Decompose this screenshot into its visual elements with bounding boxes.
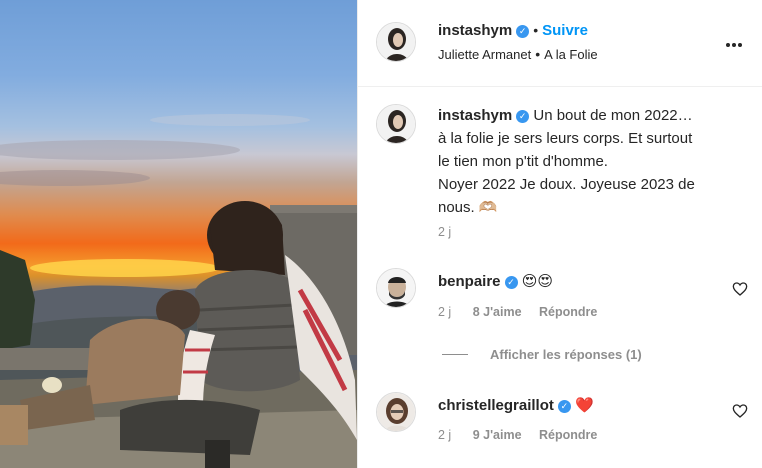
more-options-icon[interactable] bbox=[724, 34, 742, 52]
author-avatar-image bbox=[377, 23, 415, 61]
audio-line: Juliette Armanet • A la Folie bbox=[438, 46, 598, 62]
heart-icon[interactable] bbox=[732, 403, 748, 419]
comment-avatar-image bbox=[377, 269, 415, 307]
separator-dot: • bbox=[533, 22, 539, 38]
view-replies-label: Afficher les réponses (1) bbox=[490, 347, 642, 362]
sunset-photo-illustration bbox=[0, 114, 357, 468]
replies-divider-line bbox=[442, 354, 468, 355]
comment-username[interactable]: christellegraillot bbox=[438, 397, 554, 414]
caption-username[interactable]: instashym bbox=[438, 107, 512, 124]
reply-button[interactable]: Répondre bbox=[539, 428, 597, 442]
reply-button[interactable]: Répondre bbox=[539, 305, 597, 319]
comment-text: 😍😍 bbox=[521, 273, 553, 290]
caption-text-line: le tien mon p'tit d'homme. bbox=[438, 153, 608, 170]
follow-button[interactable]: Suivre bbox=[542, 22, 588, 39]
comment-avatar[interactable] bbox=[376, 392, 416, 432]
comment-likes[interactable]: 9 J'aime bbox=[473, 428, 522, 442]
verified-badge-icon: ✓ bbox=[516, 25, 530, 38]
comment-time[interactable]: 2 j bbox=[438, 305, 451, 319]
comment-meta: 2 j 9 J'aime Répondre bbox=[438, 428, 597, 442]
caption-line: instashym ✓ Un bout de mon 2022… bbox=[438, 104, 748, 127]
comment-text: ❤️ bbox=[575, 397, 594, 414]
comment: benpaire ✓ 😍😍 bbox=[438, 272, 553, 290]
comment-avatar[interactable] bbox=[376, 268, 416, 308]
post-details-panel: instashym ✓ • Suivre Juliette Armanet • A la … bbox=[358, 0, 762, 468]
comment-username[interactable]: benpaire bbox=[438, 273, 501, 290]
comment-likes[interactable]: 8 J'aime bbox=[473, 305, 522, 319]
post-photo[interactable] bbox=[0, 0, 357, 468]
post-header: instashym ✓ • Suivre Juliette Armanet • A la … bbox=[358, 0, 762, 87]
comment-meta: 2 j 8 J'aime Répondre bbox=[438, 305, 597, 319]
caption-text-line: à la folie je sers leurs corps. Et surto… bbox=[438, 130, 693, 147]
audio-artist[interactable]: Juliette Armanet bbox=[438, 47, 531, 62]
caption-text-line: nous. 🫶🏼 bbox=[438, 199, 498, 216]
caption: instashym ✓ Un bout de mon 2022… à la fol… bbox=[438, 104, 748, 219]
verified-badge-icon: ✓ bbox=[504, 276, 518, 289]
verified-badge-icon: ✓ bbox=[557, 400, 571, 413]
author-avatar[interactable] bbox=[376, 22, 416, 62]
author-line: instashym ✓ • Suivre bbox=[438, 22, 588, 40]
caption-time[interactable]: 2 j bbox=[438, 225, 451, 239]
author-username[interactable]: instashym bbox=[438, 22, 512, 39]
caption-text-line: Un bout de mon 2022… bbox=[533, 107, 693, 124]
audio-separator: • bbox=[535, 46, 541, 62]
view-replies-button[interactable]: Afficher les réponses (1) bbox=[442, 347, 642, 362]
heart-icon[interactable] bbox=[732, 281, 748, 297]
verified-badge-icon: ✓ bbox=[516, 110, 530, 123]
comment-time[interactable]: 2 j bbox=[438, 428, 451, 442]
caption-avatar-image bbox=[377, 105, 415, 143]
caption-author-avatar[interactable] bbox=[376, 104, 416, 144]
audio-track[interactable]: A la Folie bbox=[544, 47, 597, 62]
caption-text-line: Noyer 2022 Je doux. Joyeuse 2023 de bbox=[438, 176, 695, 193]
comment: christellegraillot ✓ ❤️ bbox=[438, 396, 594, 414]
comment-avatar-image bbox=[377, 393, 415, 431]
